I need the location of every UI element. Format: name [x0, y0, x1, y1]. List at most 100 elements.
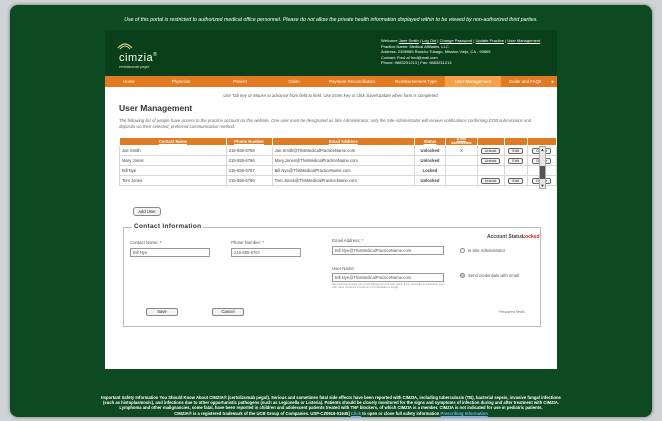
- email-address-field[interactable]: Bill.Nye@ThisMedicalPracticeName.com: [332, 246, 444, 255]
- add-user-button[interactable]: Add User: [133, 207, 161, 216]
- col-header-status[interactable]: Status: [413, 137, 447, 146]
- cimzia-logo[interactable]: cimzia®: [119, 52, 157, 64]
- change-password-link[interactable]: Change Password: [440, 38, 473, 43]
- col-header-is-admin[interactable]: Is Site Administrator: [445, 137, 478, 146]
- nav-guide-faqs[interactable]: Guide and FAQs: [501, 76, 549, 87]
- col-header-delete: [526, 137, 558, 146]
- users-table: Contact Name Phone Number Email Address …: [119, 137, 558, 186]
- toggle-safety-text: to open or close full safety information: [362, 410, 440, 416]
- cell-is-admin: [445, 155, 478, 166]
- send-credentials-radio[interactable]: [460, 273, 465, 278]
- col-header-contact-name[interactable]: Contact Name: [119, 137, 227, 146]
- main-nav: Home Physician Patient Claim Payment Rec…: [105, 76, 557, 87]
- cell-status: Locked: [413, 165, 447, 176]
- welcome-prefix: Welcome: [381, 38, 398, 43]
- edit-button[interactable]: Edit: [508, 177, 523, 184]
- cell-email: Tom.Jones@ThisMedicalPracticeName.com: [271, 175, 415, 186]
- account-status-label: Account Status:: [487, 234, 526, 240]
- privacy-notice: Use of this portal is restricted to auth…: [124, 17, 538, 23]
- is-site-admin-label: Is Site Administrator: [468, 248, 506, 253]
- cimzia-logo-mark-icon: [117, 43, 133, 50]
- contact-name-field[interactable]: Bill Nye: [130, 248, 210, 257]
- cell-email: Joe.Smith@ThisMedicalPracticeName.com: [271, 145, 415, 156]
- welcome-user-name[interactable]: Jane Smith: [399, 38, 419, 43]
- log-out-link[interactable]: Log Out: [422, 38, 436, 43]
- important-safety-information: Important Safety Information You Should …: [40, 395, 622, 416]
- header-links: Welcome Jane Smith | Log Out | Change Pa…: [381, 38, 541, 43]
- unlock-button[interactable]: Unlock: [480, 157, 501, 164]
- cell-is-admin: [445, 165, 478, 176]
- contact-name-label: Contact Name: *: [130, 240, 162, 245]
- cancel-button[interactable]: Cancel: [212, 308, 244, 316]
- send-credentials-label: Send credentials with email: [468, 273, 519, 278]
- table-row[interactable]: Bill Nye 215-555-6767 Bill.Nye@ThisMedic…: [119, 165, 558, 176]
- cell-phone: 215-555-6767: [225, 165, 273, 176]
- account-status-value: Locked: [522, 234, 540, 240]
- contact-information-panel: Contact Information Account Status: Lock…: [123, 223, 541, 327]
- table-row[interactable]: Tom Jones 215-555-6766 Tom.Jones@ThisMed…: [119, 175, 558, 186]
- required-fields-note: *Required fields: [498, 310, 525, 314]
- scroll-down-arrow-icon[interactable]: ▼: [540, 183, 545, 188]
- user-name-field[interactable]: Bill.Nye@ThisMedicalPracticeName.com: [332, 273, 444, 282]
- cell-status: Unlocked: [413, 155, 447, 166]
- cell-status: Unlocked: [413, 145, 447, 156]
- table-scrollbar[interactable]: ▲ ▼: [539, 146, 546, 189]
- nav-payment-reconciliation[interactable]: Payment Reconciliation: [317, 76, 387, 87]
- practice-info: Welcome Jane Smith | Log Out | Change Pa…: [381, 38, 553, 66]
- click-toggle-link[interactable]: Click: [351, 411, 361, 416]
- trademark-text: CIMZIA® is a registered trademark of the…: [174, 410, 350, 416]
- user-name-label: User Name:: [332, 266, 355, 271]
- nav-home[interactable]: Home: [105, 76, 153, 87]
- nav-more-arrow-icon[interactable]: ▸: [549, 79, 557, 85]
- nav-patient[interactable]: Patient: [209, 76, 271, 87]
- unlock-button[interactable]: Unlock: [480, 147, 501, 154]
- cell-phone: 215-555-6766: [225, 155, 273, 166]
- isi-line-4: CIMZIA® is a registered trademark of the…: [40, 411, 622, 416]
- cell-status: Unlocked: [413, 175, 447, 186]
- is-site-admin-radio[interactable]: [460, 248, 465, 253]
- nav-reimbursement-type[interactable]: Reimbursement Type: [387, 76, 445, 87]
- cell-contact-name: Mary Jones: [119, 155, 227, 166]
- practice-phone: Phone: 9883231213 | Fax: 9883231213: [381, 60, 452, 65]
- col-header-email[interactable]: Email Address: [271, 137, 415, 146]
- update-practice-link[interactable]: Update Practice: [476, 38, 504, 43]
- user-management-link[interactable]: User Management: [507, 38, 540, 43]
- col-header-unlock: [476, 137, 505, 146]
- cell-is-admin: [445, 175, 478, 186]
- nav-user-management[interactable]: User Management: [445, 76, 501, 87]
- cell-email: Mary.Jones@ThisMedicalPracticeName.com: [271, 155, 415, 166]
- phone-number-label: Phone Number: *: [231, 240, 264, 245]
- site-header: cimzia® certolizumab pegol Welcome Jane …: [105, 30, 557, 76]
- cell-phone: 215-555-6768: [225, 145, 273, 156]
- cell-phone: 215-555-6766: [225, 175, 273, 186]
- email-address-label: Email Address: *: [332, 238, 364, 243]
- cell-contact-name: Bill Nye: [119, 165, 227, 176]
- cell-contact-name: Tom Jones: [119, 175, 227, 186]
- edit-button[interactable]: Edit: [508, 157, 523, 164]
- cell-email: Bill.Nye@ThisMedicalPracticeName.com: [271, 165, 415, 176]
- table-row[interactable]: Joe Smith 215-555-6768 Joe.Smith@ThisMed…: [119, 145, 558, 156]
- col-header-phone[interactable]: Phone Number: [225, 137, 273, 146]
- unlock-button[interactable]: Unlock: [480, 177, 501, 184]
- table-row[interactable]: Mary Jones 215-555-6766 Mary.Jones@ThisM…: [119, 155, 558, 166]
- col-header-edit: [503, 137, 528, 146]
- nav-physician[interactable]: Physician: [153, 76, 209, 87]
- logo-tagline: certolizumab pegol: [119, 65, 150, 69]
- cell-contact-name: Joe Smith: [119, 145, 227, 156]
- edit-button[interactable]: Edit: [508, 147, 523, 154]
- form-hint: Use Tab key or Mouse to advance from fie…: [223, 93, 439, 98]
- cell-is-admin: X: [445, 145, 478, 156]
- prescribing-information-link[interactable]: Prescribing Information: [441, 411, 488, 416]
- nav-claim[interactable]: Claim: [271, 76, 317, 87]
- page-title: User Management: [119, 103, 193, 113]
- contact-info-title: Contact Information: [132, 223, 204, 230]
- scroll-up-arrow-icon[interactable]: ▲: [540, 147, 545, 152]
- portal-frame: Use of this portal is restricted to auth…: [10, 5, 652, 417]
- table-header-row: Contact Name Phone Number Email Address …: [119, 137, 558, 146]
- main-content: Use Tab key or Mouse to advance from fie…: [105, 87, 558, 369]
- scrollbar-thumb[interactable]: [540, 166, 545, 179]
- save-button[interactable]: Save: [146, 308, 178, 316]
- page-description: The following list of people have access…: [119, 118, 532, 129]
- phone-number-field[interactable]: 215-555-6767: [231, 248, 301, 257]
- user-name-note: We recommend using your email address fo…: [332, 283, 444, 289]
